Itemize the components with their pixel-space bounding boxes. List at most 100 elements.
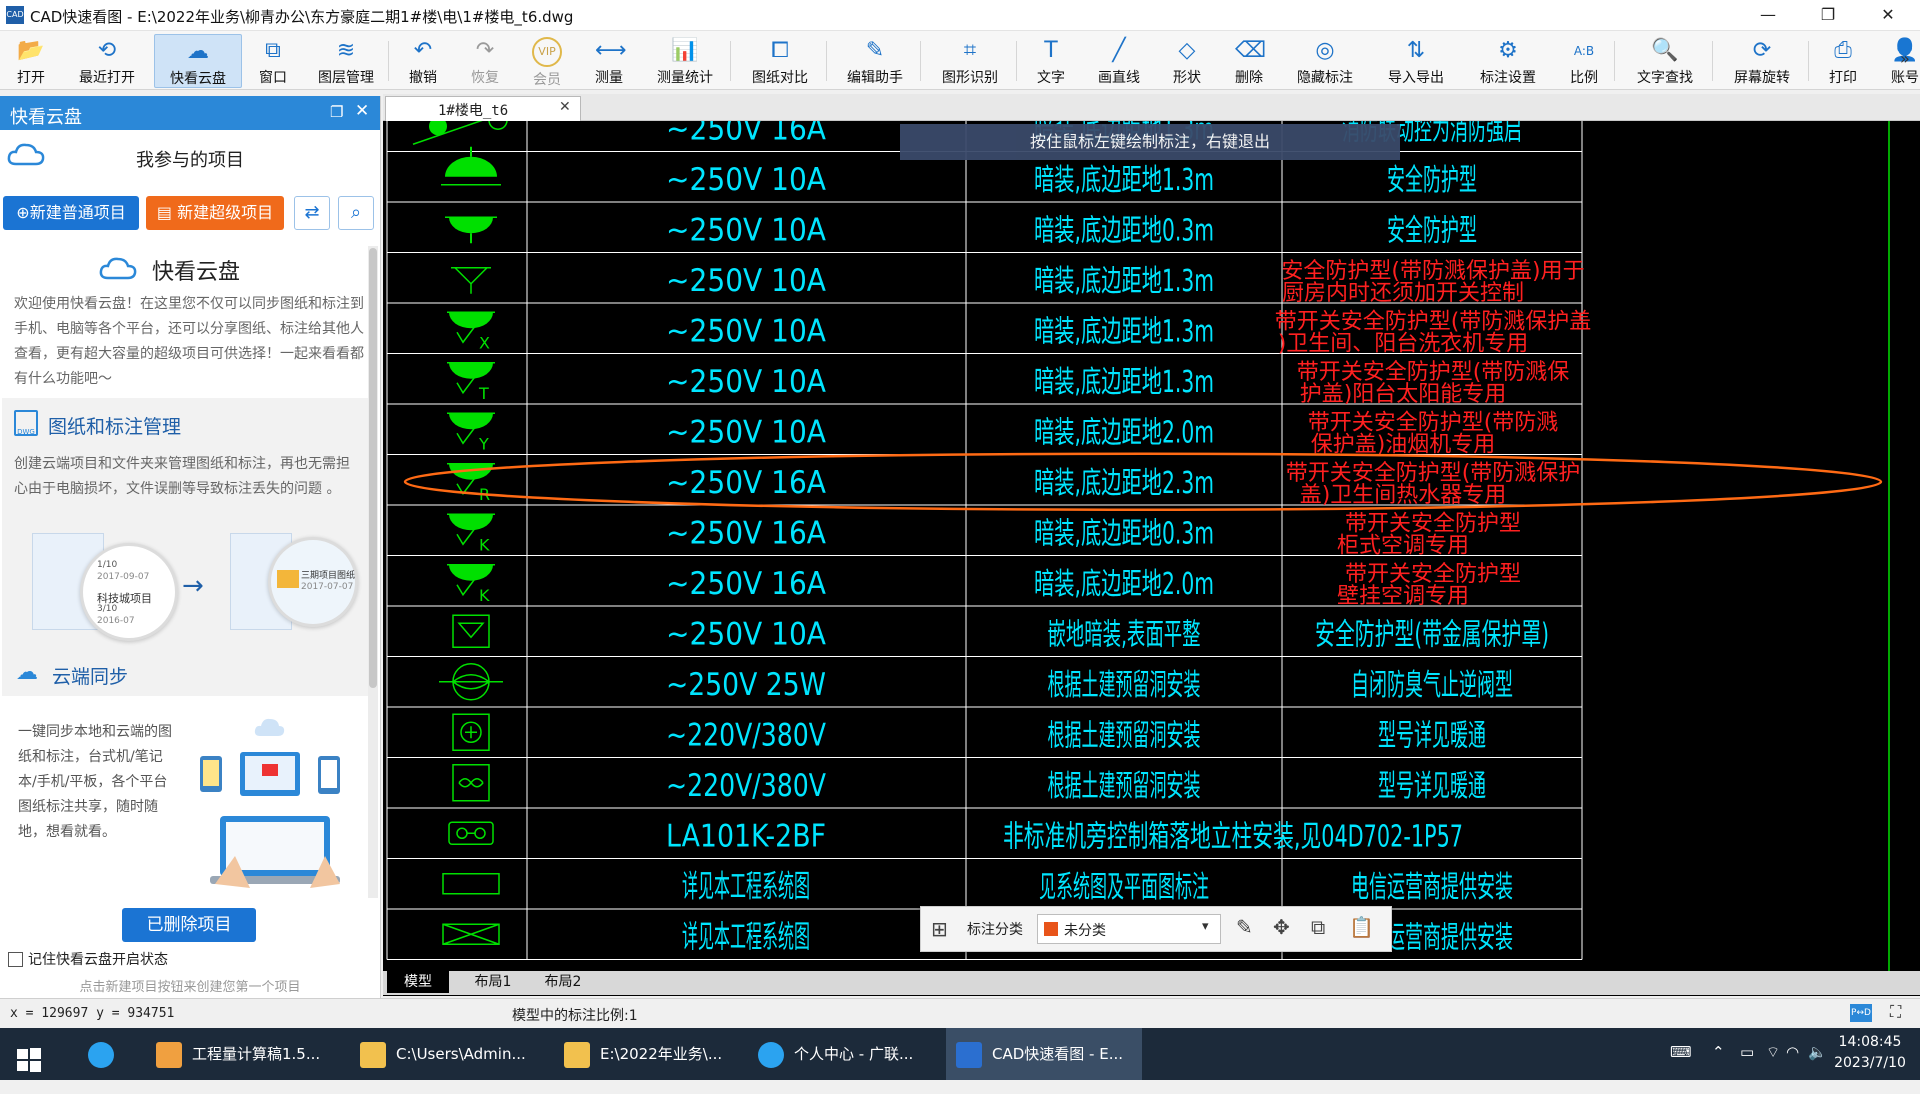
clock-date[interactable]: 2023/7/10 [1828, 1055, 1912, 1071]
grid-icon[interactable]: ⊞ [931, 917, 948, 941]
toolbar-overflow-icon[interactable]: » [1900, 49, 1910, 68]
maximize-button[interactable]: ❐ [1800, 0, 1856, 30]
chevron-up-icon[interactable]: ⌃ [1712, 1043, 1725, 1061]
toolbar-annotation-settings-button[interactable]: ⚙ 标注设置 [1464, 34, 1552, 86]
line-icon: ╱ [1112, 38, 1126, 63]
wifi-icon[interactable]: ◠ [1786, 1043, 1799, 1061]
volume-icon[interactable]: 🔈 [1808, 1043, 1827, 1061]
taskbar-item-calc-app[interactable]: 工程量计算稿1.5... [146, 1028, 336, 1080]
taskbar-item-windows-start[interactable] [0, 1028, 60, 1080]
fullscreen-icon[interactable]: ⛶ [1890, 1002, 1901, 1022]
close-button[interactable]: ✕ [1860, 0, 1916, 30]
folder-icon [564, 1041, 590, 1068]
toolbar-label: 快看云盘 [170, 71, 226, 87]
toolbar-import-export-button[interactable]: ⇅ 导入导出 [1372, 34, 1460, 86]
panel-title: 快看云盘 [10, 107, 82, 128]
main-toolbar: 📂 打开 ⟲ 最近打开 ☁ 快看云盘 ⧉ 窗口 ≋ 图层管理 ↶ 撤销 ↷ 恢复 VIP 会员 ⟷ 测量 📊 测量统计… [0, 31, 1920, 90]
toolbar-line-button[interactable]: ╱ 画直线 [1084, 34, 1154, 86]
layout-tab-1[interactable]: 布局1 [463, 971, 523, 993]
annotation-category-select[interactable]: 未分类 ▾ [1037, 914, 1221, 944]
keyboard-icon[interactable]: ⌨ [1670, 1043, 1692, 1061]
spec-text: ~250V 10A [666, 364, 826, 400]
search-button[interactable]: ⌕ [338, 196, 374, 230]
toolbar-redo-button[interactable]: ↷ 恢复 [456, 34, 514, 86]
deleted-projects-button[interactable]: 已删除项目 [122, 908, 256, 942]
feature2-text: 一键同步本地和云端的图纸和标注，台式机/笔记本/手机/平板，各个平台图纸标注共享… [18, 724, 172, 840]
create-project-hint: 点击新建项目按钮来创建您第一个项目 [79, 980, 301, 995]
new-super-project-button[interactable]: ▤ 新建超级项目 [146, 196, 284, 230]
taskbar-item-label: 个人中心 - 广联... [794, 1045, 914, 1063]
taskbar-item-cad[interactable]: CAD快速看图 - E... [946, 1028, 1142, 1080]
search-icon: ⌕ [350, 202, 362, 223]
toolbar-shape-button[interactable]: ◇ 形状 [1158, 34, 1216, 86]
minimize-button[interactable]: — [1740, 0, 1796, 30]
toolbar-label: 图纸对比 [752, 70, 808, 86]
intro-scroll-area[interactable]: 快看云盘 欢迎使用快看云盘！在这里您不仅可以同步图纸和标注到手机、电脑等各个平台… [2, 246, 368, 898]
img-label: 1/10 [97, 560, 118, 570]
restore-panel-icon[interactable]: ❐ [330, 103, 343, 121]
toolbar-print-button[interactable]: ⎙ 打印 [1814, 34, 1872, 86]
control-dot [474, 827, 486, 839]
symbol-letter: K [479, 535, 490, 554]
view-mode-icon[interactable]: P↔D [1850, 1004, 1872, 1022]
img-label: 2017-09-07 [97, 572, 150, 582]
taskbar-item-folder[interactable]: C:\Users\Admin... [350, 1028, 540, 1080]
socket-symbol [449, 362, 493, 379]
spec-text: 详见本工程系统图 [682, 869, 810, 905]
scrollbar-thumb[interactable] [369, 248, 377, 688]
panel-scrollbar[interactable] [368, 246, 378, 898]
toolbar-cloud-button[interactable]: ☁ 快看云盘 [154, 34, 242, 88]
status-bar: x = 129697 y = 934751 模型中的标注比例:1 P↔D ⛶ [0, 998, 1920, 1029]
toolbar-layers-button[interactable]: ≋ 图层管理 [306, 34, 386, 86]
taskbar-item-ie[interactable] [72, 1028, 132, 1080]
clock-time[interactable]: 14:08:45 [1832, 1034, 1908, 1050]
toolbar-shape-recognize-button[interactable]: ⌗ 图形识别 [926, 34, 1014, 86]
battery-icon[interactable]: ▭ [1740, 1043, 1754, 1061]
toolbar-text-search-button[interactable]: 🔍 文字查找 [1620, 34, 1710, 86]
taskbar-item-ie[interactable]: 个人中心 - 广联... [748, 1028, 938, 1080]
install-text: 暗装,底边距地1.3m [1034, 314, 1214, 349]
move-icon[interactable]: ✥ [1273, 915, 1290, 939]
close-tab-icon[interactable]: ✕ [559, 99, 571, 115]
document-tab-label: 1#楼电_t6 [438, 103, 509, 119]
intro-text: 欢迎使用快看云盘！在这里您不仅可以同步图纸和标注到手机、电脑等各个平台，还可以分… [14, 296, 364, 387]
toolbar-separator [388, 41, 389, 81]
feature2-title: 云端同步 [52, 666, 129, 688]
new-normal-project-button[interactable]: ⊕新建普通项目 [3, 196, 139, 230]
toolbar-undo-button[interactable]: ↶ 撤销 [394, 34, 452, 86]
close-panel-icon[interactable]: ✕ [355, 101, 369, 121]
toolbar-edit-assistant-button[interactable]: ✎ 编辑助手 [832, 34, 918, 86]
toolbar-eraser-button[interactable]: ⌫ 删除 [1220, 34, 1278, 86]
edit-icon[interactable]: ✎ [1236, 915, 1253, 939]
app-logo-icon: CAD [6, 6, 24, 24]
note-text: 带开关安全防护型(带防溅保护盖)阳台太阳能专用 [1297, 360, 1570, 407]
toolbar-hide-annotation-button[interactable]: ◎ 隐藏标注 [1282, 34, 1368, 86]
layout-tab-2[interactable]: 布局2 [533, 971, 593, 993]
taskbar-item-folder[interactable]: E:\2022年业务\... [554, 1028, 744, 1080]
paste-icon[interactable]: 📋 [1349, 915, 1374, 939]
remember-state-checkbox[interactable] [8, 952, 23, 967]
toolbar-window-button[interactable]: ⧉ 窗口 [244, 34, 302, 86]
cad-canvas[interactable]: ~250V 16A暗装,底边距地1.3m消防联动控为消防强启~250V 10A暗… [383, 121, 1920, 971]
install-text: 暗装,底边距地0.3m [1034, 213, 1214, 248]
toolbar-user-button[interactable]: 👤 账号 [1876, 34, 1920, 86]
toolbar-text-button[interactable]: T 文字 [1022, 34, 1080, 86]
copy-icon[interactable]: ⧉ [1311, 915, 1325, 939]
toolbar-compare-button[interactable]: ⧠ 图纸对比 [736, 34, 824, 86]
toolbar-history-button[interactable]: ⟲ 最近打开 [64, 34, 150, 86]
cad-drawing[interactable]: ~250V 16A暗装,底边距地1.3m消防联动控为消防强启~250V 10A暗… [383, 121, 1920, 971]
toolbar-measure-stats-button[interactable]: 📊 测量统计 [642, 34, 728, 86]
toolbar-ruler-button[interactable]: ⟷ 测量 [580, 34, 638, 86]
feature1-text: 创建云端项目和文件夹来管理图纸和标注，再也无需担心由于电脑损坏，文件误删等导致标… [14, 456, 350, 497]
sync-button[interactable]: ⇄ [294, 196, 330, 230]
toolbar-scale-button[interactable]: A:B 比例 [1556, 34, 1612, 86]
network-icon[interactable]: ⌔ [1766, 1043, 1780, 1062]
layout-tab-model[interactable]: 模型 [387, 971, 449, 993]
toolbar-vip-button[interactable]: VIP 会员 [518, 34, 576, 88]
note-text: 安全防护型(带金属保护罩) [1315, 617, 1549, 652]
document-tab[interactable]: 1#楼电_t6 ✕ [385, 96, 581, 121]
note-text: 型号详见暖通 [1378, 769, 1486, 804]
toolbar-folder-button[interactable]: 📂 打开 [2, 34, 60, 86]
intro-title: 快看云盘 [152, 260, 241, 285]
toolbar-rotate-button[interactable]: ⟳ 屏幕旋转 [1718, 34, 1806, 86]
